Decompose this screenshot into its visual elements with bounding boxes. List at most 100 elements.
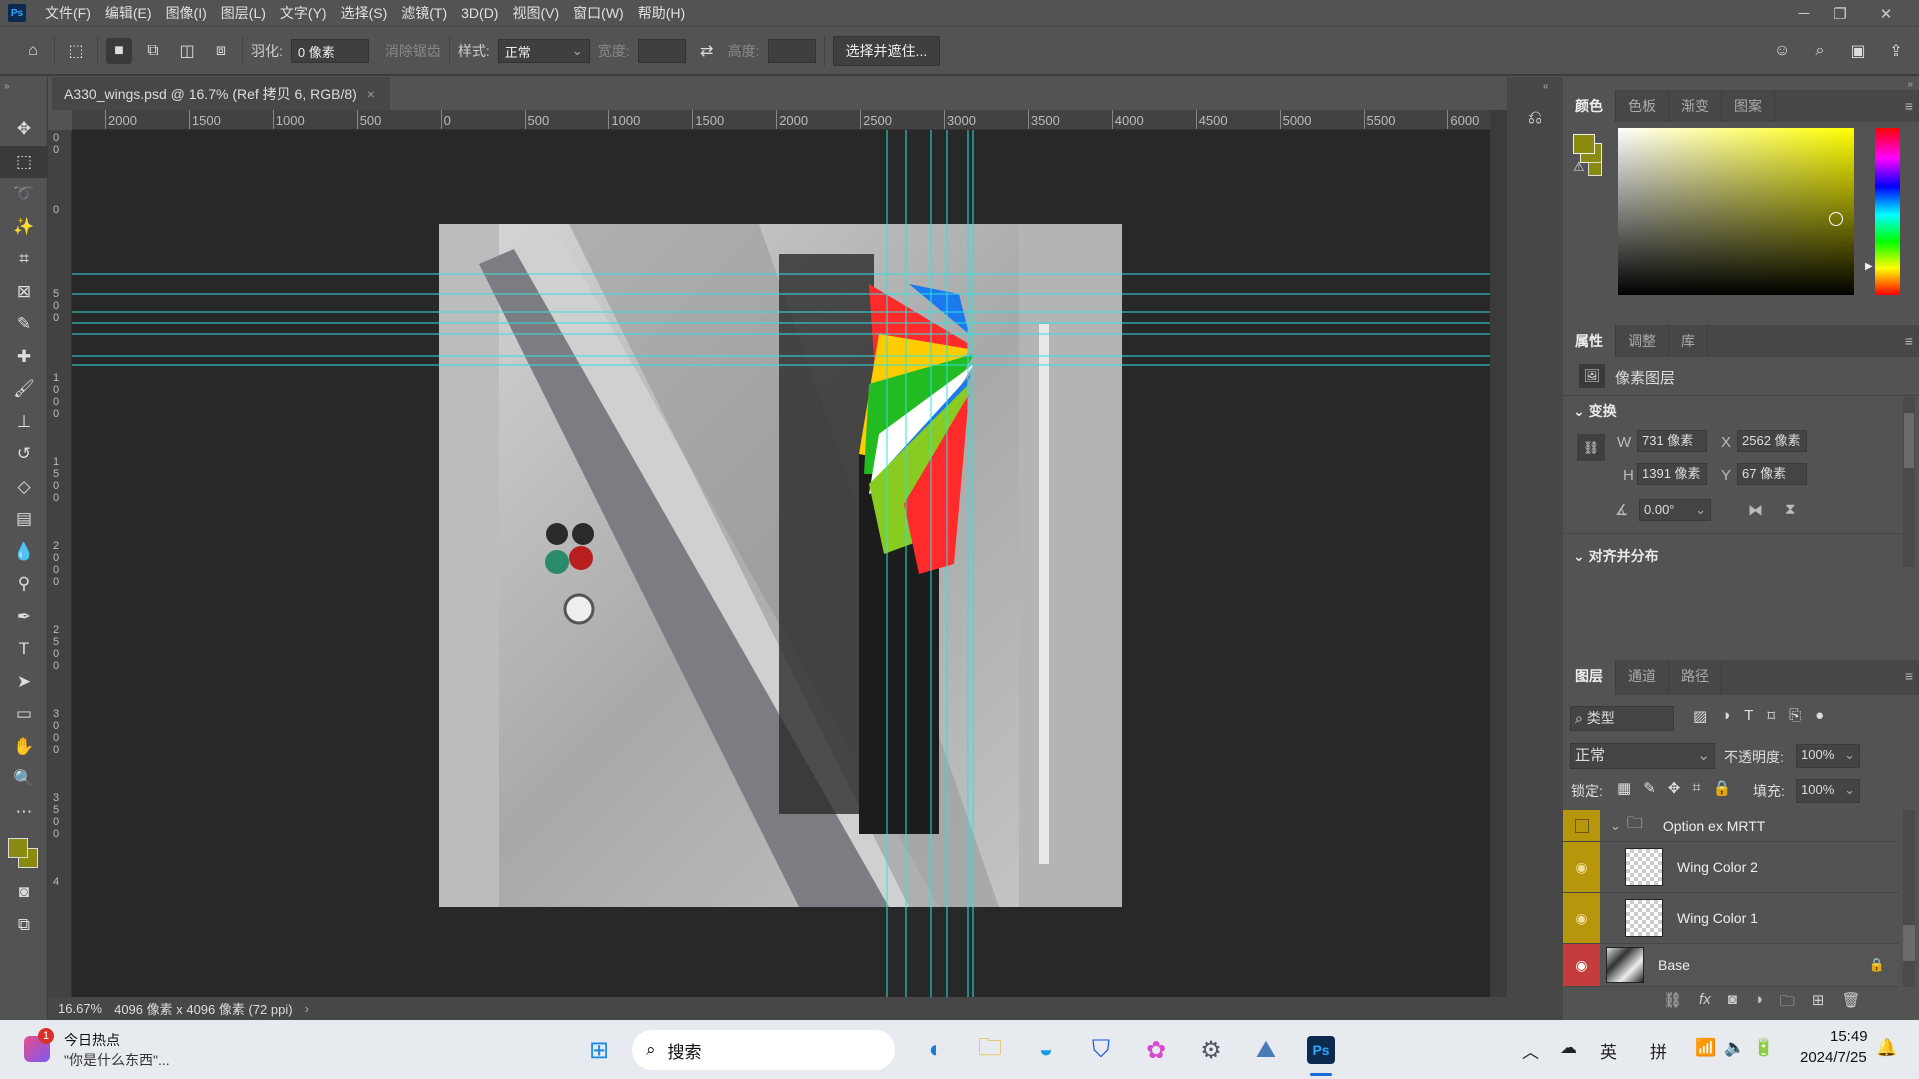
document-tab[interactable]: A330_wings.psd @ 16.7% (Ref 拷贝 6, RGB/8)… bbox=[52, 77, 390, 110]
brush-tool-icon[interactable]: 🖌 bbox=[0, 373, 48, 406]
stamp-tool-icon[interactable]: ⊥ bbox=[0, 406, 48, 439]
tab-properties[interactable]: 属性 bbox=[1563, 325, 1616, 357]
app-icon[interactable]: ✿ bbox=[1137, 1031, 1175, 1069]
transform-section-toggle[interactable]: ⌄ 变换 bbox=[1573, 401, 1617, 421]
onedrive-icon[interactable]: ☁ bbox=[1560, 1038, 1577, 1058]
share-icon[interactable]: ⇪ bbox=[1883, 38, 1909, 64]
menu-type[interactable]: 文字(Y) bbox=[273, 3, 334, 23]
move-tool-icon[interactable]: ✥ bbox=[0, 113, 48, 146]
menu-3d[interactable]: 3D(D) bbox=[454, 5, 505, 21]
layer-row-selected[interactable]: ◉ Base 🔒 bbox=[1563, 944, 1899, 987]
close-tab-icon[interactable]: × bbox=[367, 86, 375, 102]
width-field[interactable]: 731 像素 bbox=[1637, 430, 1707, 452]
menu-filter[interactable]: 滤镜(T) bbox=[394, 3, 454, 23]
new-layer-icon[interactable]: ⊞ bbox=[1812, 991, 1825, 1016]
canvas-area[interactable] bbox=[72, 130, 1490, 997]
crop-tool-icon[interactable]: ⌗ bbox=[0, 243, 48, 276]
wifi-icon[interactable]: 📶 bbox=[1695, 1038, 1716, 1058]
edge-app-icon[interactable]: ◒ bbox=[1027, 1031, 1065, 1069]
hue-slider-handle[interactable]: ▶ bbox=[1865, 261, 1873, 272]
tab-paths[interactable]: 路径 bbox=[1669, 660, 1722, 695]
antialias-checkbox[interactable]: 消除锯齿 bbox=[385, 41, 441, 61]
expand-icon[interactable]: » bbox=[1907, 79, 1913, 90]
fx-icon[interactable]: fx bbox=[1699, 991, 1711, 1016]
home-icon[interactable]: ⌂ bbox=[20, 38, 46, 64]
screen-mode-icon[interactable]: ⧉ bbox=[0, 909, 48, 942]
tab-layers[interactable]: 图层 bbox=[1563, 660, 1616, 695]
dodge-tool-icon[interactable]: ⚲ bbox=[0, 568, 48, 601]
lock-transparency-icon[interactable]: ▦ bbox=[1617, 779, 1631, 797]
ime-language[interactable]: 英 bbox=[1600, 1038, 1617, 1063]
layer-row[interactable]: ◉ Wing Color 1 bbox=[1563, 893, 1899, 944]
rectangle-tool-icon[interactable]: ▭ bbox=[0, 698, 48, 731]
menu-help[interactable]: 帮助(H) bbox=[631, 3, 692, 23]
clock-time[interactable]: 15:49 bbox=[1830, 1028, 1868, 1045]
opacity-field[interactable]: 100% ⌄ bbox=[1796, 744, 1860, 768]
volume-icon[interactable]: 🔈 bbox=[1724, 1038, 1745, 1058]
chevron-right-icon[interactable]: › bbox=[305, 1001, 309, 1016]
filter-type-icon[interactable]: T bbox=[1744, 707, 1753, 725]
path-select-icon[interactable]: ➤ bbox=[0, 666, 48, 699]
flip-vertical-icon[interactable]: ⧗ bbox=[1785, 501, 1796, 518]
history-brush-icon[interactable]: ↺ bbox=[0, 438, 48, 471]
height-field[interactable]: 1391 像素 bbox=[1637, 463, 1707, 485]
lock-pixels-icon[interactable]: ✎ bbox=[1643, 779, 1656, 797]
photos-app-icon[interactable]: ⛰ bbox=[1247, 1031, 1285, 1069]
gamut-color-swatch[interactable] bbox=[1588, 162, 1602, 176]
document-info[interactable]: 4096 像素 x 4096 像素 (72 ppi) bbox=[114, 999, 292, 1018]
collapse-left-icon[interactable]: « bbox=[1543, 81, 1549, 92]
intersect-selection-icon[interactable]: ⧈ bbox=[208, 38, 234, 64]
clock-date[interactable]: 2024/7/25 bbox=[1800, 1049, 1867, 1066]
angle-field[interactable]: 0.00° ⌄ bbox=[1639, 499, 1711, 521]
document-canvas[interactable] bbox=[72, 130, 1490, 997]
windows-start-icon[interactable]: ⊞ bbox=[580, 1031, 618, 1069]
hue-slider[interactable] bbox=[1875, 128, 1900, 295]
panel-menu-icon[interactable]: ≡ bbox=[1905, 668, 1913, 684]
align-section-toggle[interactable]: ⌄ 对齐并分布 bbox=[1573, 546, 1659, 566]
foreground-color-swatch[interactable] bbox=[1573, 134, 1595, 154]
healing-brush-icon[interactable]: ✚ bbox=[0, 341, 48, 374]
tab-channels[interactable]: 通道 bbox=[1616, 660, 1669, 695]
tab-swatches[interactable]: 色板 bbox=[1616, 90, 1669, 122]
ime-mode[interactable]: 拼 bbox=[1650, 1038, 1667, 1063]
tab-adjustments[interactable]: 调整 bbox=[1616, 325, 1669, 357]
file-explorer-icon[interactable]: 🗀 bbox=[971, 1031, 1009, 1069]
menu-image[interactable]: 图像(I) bbox=[159, 3, 214, 23]
foreground-color-swatch[interactable] bbox=[8, 838, 28, 858]
tab-patterns[interactable]: 图案 bbox=[1722, 90, 1775, 122]
restore-button[interactable]: ❐ bbox=[1822, 0, 1858, 27]
edge-browser-icon[interactable]: ◐ bbox=[917, 1031, 955, 1069]
tab-libraries[interactable]: 库 bbox=[1669, 325, 1708, 357]
eye-icon[interactable]: ◉ bbox=[1563, 842, 1600, 892]
menu-select[interactable]: 选择(S) bbox=[334, 3, 395, 23]
news-subtitle[interactable]: "你是什么东西"... bbox=[64, 1050, 170, 1070]
blur-tool-icon[interactable]: 💧 bbox=[0, 536, 48, 569]
lock-position-icon[interactable]: ✥ bbox=[1668, 779, 1681, 797]
filter-smart-object-icon[interactable]: ⎘ bbox=[1789, 707, 1801, 725]
adjustment-layer-icon[interactable]: ◑ bbox=[1754, 991, 1763, 1016]
shield-app-icon[interactable]: ⛉ bbox=[1082, 1031, 1120, 1069]
tab-color[interactable]: 颜色 bbox=[1563, 90, 1616, 122]
marquee-tool-icon[interactable]: ⬚ bbox=[0, 145, 48, 178]
battery-icon[interactable]: 🔋 bbox=[1753, 1038, 1774, 1058]
new-selection-icon[interactable]: ■ bbox=[106, 38, 132, 64]
magic-wand-icon[interactable]: ✨ bbox=[0, 211, 48, 244]
link-icon[interactable]: ⛓ bbox=[1577, 434, 1605, 461]
menu-edit[interactable]: 编辑(E) bbox=[98, 3, 159, 23]
pen-tool-icon[interactable]: ✒ bbox=[0, 601, 48, 634]
chevron-down-icon[interactable]: ⌄ bbox=[1610, 818, 1621, 834]
layer-group-row[interactable]: ⌄ 🗀 Option ex MRTT bbox=[1563, 810, 1899, 842]
lock-artboard-icon[interactable]: ⌗ bbox=[1692, 779, 1700, 797]
menu-file[interactable]: 文件(F) bbox=[38, 3, 98, 23]
tab-gradients[interactable]: 渐变 bbox=[1669, 90, 1722, 122]
eyedropper-icon[interactable]: ✎ bbox=[0, 308, 48, 341]
layers-scrollbar[interactable] bbox=[1903, 810, 1915, 987]
delete-layer-icon[interactable]: 🗑 bbox=[1841, 991, 1860, 1016]
panel-menu-icon[interactable]: ≡ bbox=[1905, 333, 1913, 349]
add-mask-icon[interactable]: ◙ bbox=[1728, 991, 1737, 1016]
subtract-selection-icon[interactable]: ◫ bbox=[174, 38, 200, 64]
width-input[interactable] bbox=[637, 39, 686, 63]
history-panel-icon[interactable]: ⎌ bbox=[1521, 107, 1549, 135]
height-input[interactable] bbox=[767, 39, 816, 63]
filter-toggle-icon[interactable]: ● bbox=[1815, 707, 1824, 725]
